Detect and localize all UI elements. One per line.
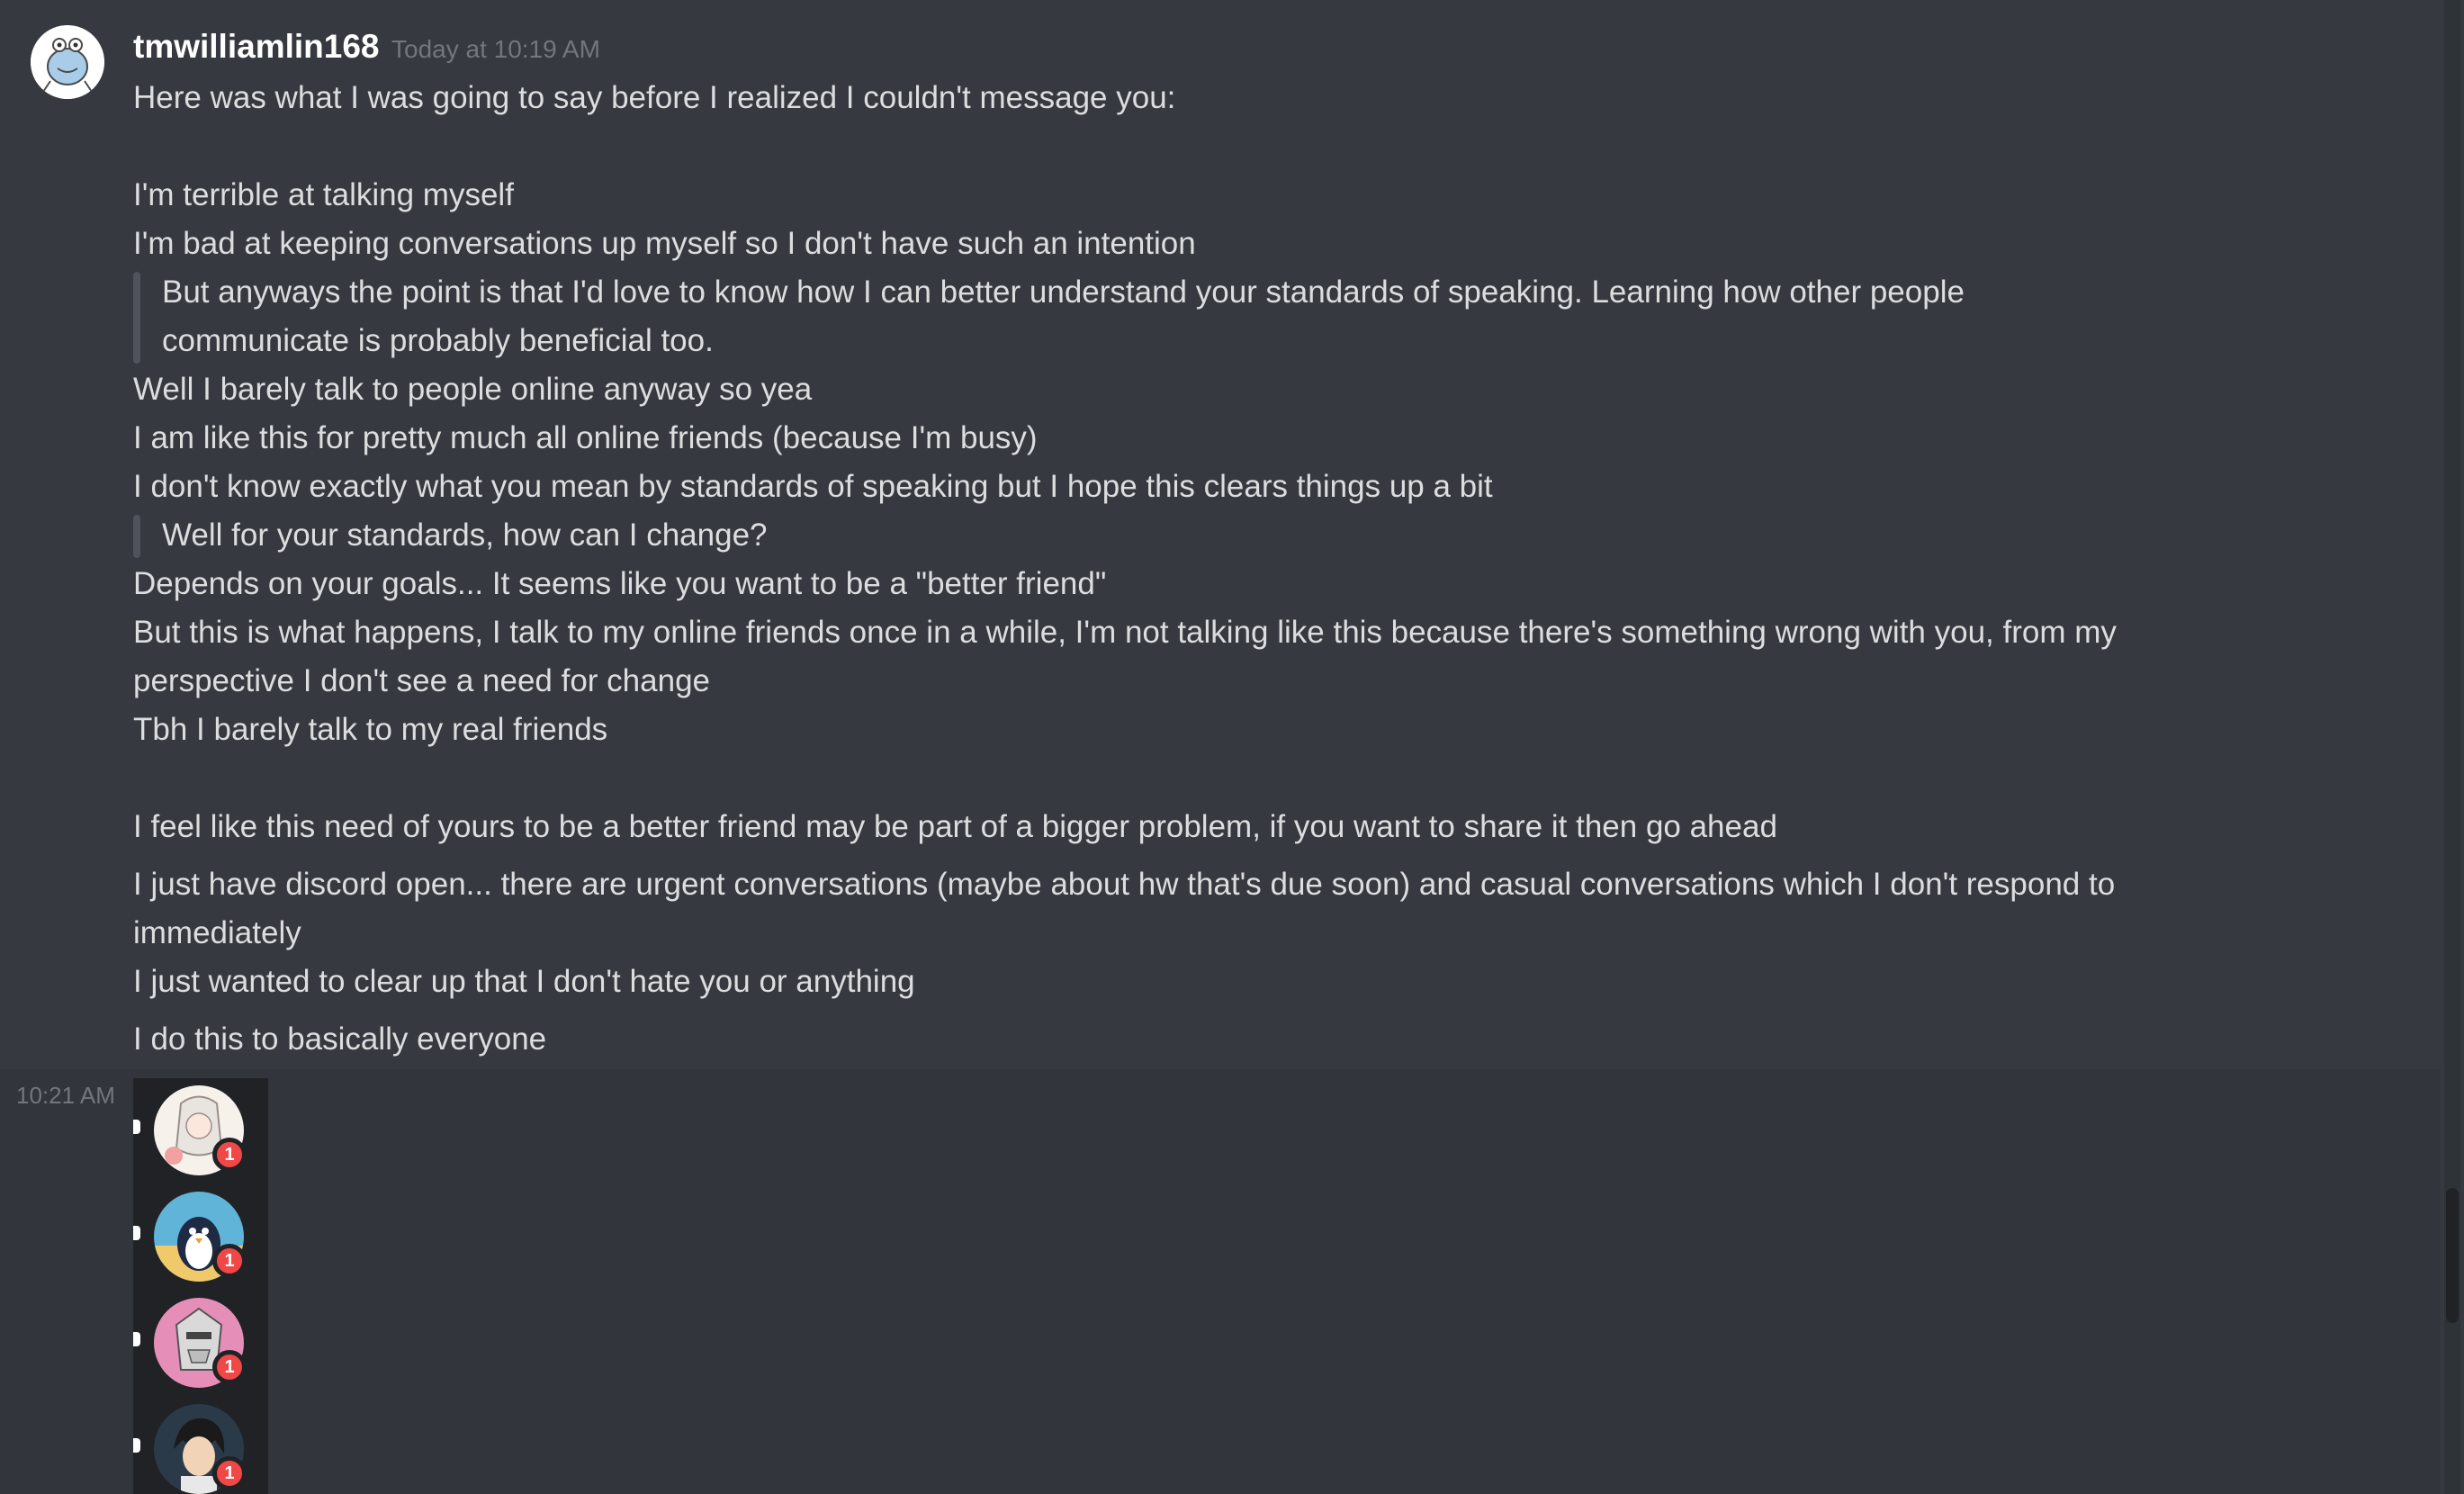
unread-pill bbox=[133, 1332, 140, 1346]
unread-pill bbox=[133, 1226, 140, 1240]
followup-timestamp: 10:21 AM bbox=[16, 1082, 115, 1109]
mention-badge: 1 bbox=[212, 1456, 247, 1490]
message-timestamp: Today at 10:19 AM bbox=[391, 35, 600, 63]
chat-area: tmwilliamlin168 Today at 10:19 AM Here w… bbox=[0, 0, 2441, 1494]
mention-badge: 1 bbox=[212, 1244, 247, 1278]
scrollbar-thumb[interactable] bbox=[2446, 1188, 2459, 1323]
message-line: I just have discord open... there are ur… bbox=[133, 867, 2116, 902]
server-item[interactable]: 1 bbox=[133, 1291, 268, 1390]
message-line: But this is what happens, I talk to my o… bbox=[133, 615, 2117, 650]
message-line: Tbh I barely talk to my real friends bbox=[133, 712, 608, 747]
message-line: I'm terrible at talking myself bbox=[133, 177, 514, 212]
message-line: I just wanted to clear up that I don't h… bbox=[133, 964, 915, 999]
message-line: immediately bbox=[133, 915, 301, 950]
mention-badge: 1 bbox=[212, 1350, 247, 1384]
chat-scrollbar[interactable] bbox=[2444, 0, 2460, 1494]
message-line: I am like this for pretty much all onlin… bbox=[133, 420, 1038, 455]
message-line: Well I barely talk to people online anyw… bbox=[133, 372, 813, 407]
blockquote-line: Well for your standards, how can I chang… bbox=[162, 518, 768, 553]
server-item[interactable]: 1 bbox=[133, 1184, 268, 1283]
message-line: Depends on your goals... It seems like y… bbox=[133, 566, 1107, 601]
message-line: I feel like this need of yours to be a b… bbox=[133, 809, 1777, 844]
blockquote-line: But anyways the point is that I'd love t… bbox=[162, 274, 1965, 310]
user-avatar[interactable] bbox=[31, 25, 104, 99]
message-line: I don't know exactly what you mean by st… bbox=[133, 469, 1493, 504]
server-item[interactable]: 1 bbox=[133, 1397, 268, 1494]
blockquote-bar bbox=[133, 272, 140, 364]
message-hover-row[interactable] bbox=[0, 1069, 2441, 1494]
message-line: perspective I don't see a need for chang… bbox=[133, 663, 711, 698]
attached-screenshot-server-list[interactable]: 1 1 1 1 bbox=[133, 1078, 268, 1494]
mention-badge: 1 bbox=[212, 1138, 247, 1172]
avatar-mascot-icon bbox=[31, 25, 104, 99]
message-line: I do this to basically everyone bbox=[133, 1022, 547, 1057]
message-username[interactable]: tmwilliamlin168 bbox=[133, 25, 380, 68]
unread-pill bbox=[133, 1438, 140, 1453]
message-line: I'm bad at keeping conversations up myse… bbox=[133, 226, 1196, 261]
unread-pill bbox=[133, 1120, 140, 1134]
message-line: Here was what I was going to say before … bbox=[133, 80, 1176, 115]
blockquote-line: communicate is probably beneficial too. bbox=[162, 323, 714, 358]
server-item[interactable]: 1 bbox=[133, 1078, 268, 1177]
blockquote-bar bbox=[133, 515, 140, 558]
